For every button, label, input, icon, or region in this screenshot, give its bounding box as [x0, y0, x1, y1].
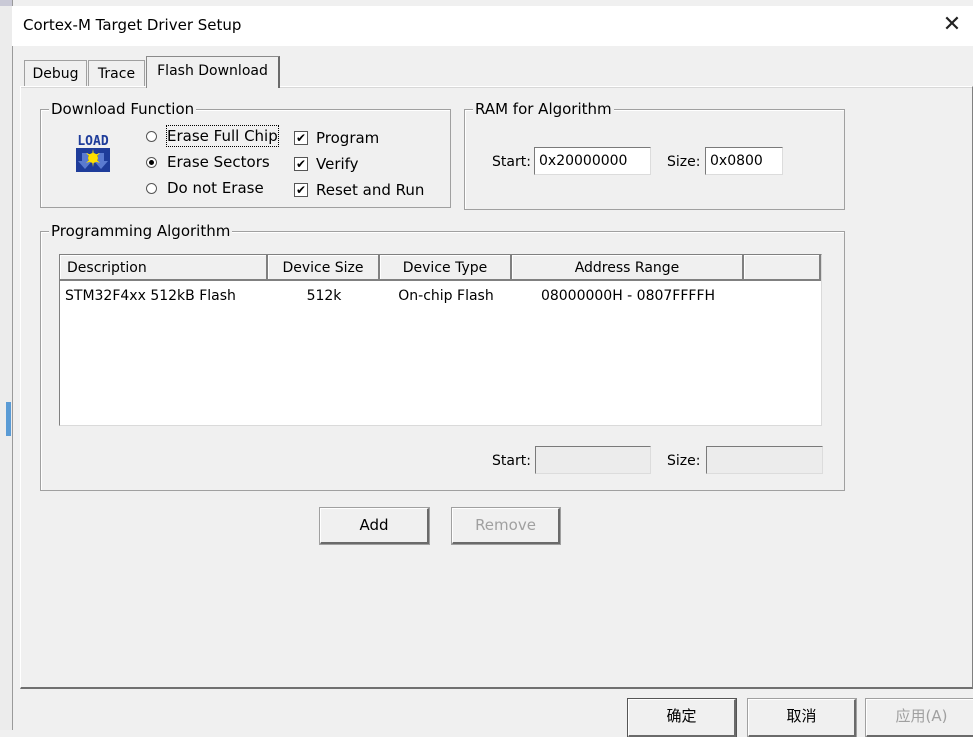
- ram-size-label: Size:: [667, 154, 701, 170]
- programming-algorithm-title: Programming Algorithm: [49, 222, 233, 240]
- column-header-device-type[interactable]: Device Type: [380, 255, 512, 281]
- window-title: Cortex-M Target Driver Setup: [23, 16, 242, 34]
- ok-button[interactable]: 确定: [627, 698, 737, 737]
- column-header-description[interactable]: Description: [60, 255, 268, 281]
- tab-debug[interactable]: Debug: [24, 60, 87, 88]
- download-function-title: Download Function: [49, 100, 197, 118]
- parent-window-edge: [0, 6, 12, 730]
- radio-circle[interactable]: [146, 131, 157, 142]
- algo-size-input[interactable]: [706, 446, 823, 474]
- load-icon: LOAD: [76, 134, 110, 172]
- check-icon[interactable]: ✔: [294, 131, 308, 145]
- row-description[interactable]: STM32F4xx 512kB Flash: [65, 285, 236, 307]
- algo-start-label: Start:: [492, 453, 531, 469]
- radio-circle[interactable]: [146, 157, 157, 168]
- algorithm-list[interactable]: Description Device Size Device Type Addr…: [59, 254, 822, 426]
- apply-button[interactable]: 应用(A): [865, 698, 973, 737]
- tab-trace[interactable]: Trace: [88, 60, 145, 88]
- column-header-empty: [744, 255, 821, 281]
- remove-button[interactable]: Remove: [451, 507, 561, 545]
- row-address-range[interactable]: 08000000H - 0807FFFFH: [512, 285, 744, 307]
- check-icon[interactable]: ✔: [294, 183, 308, 197]
- row-device-size[interactable]: 512k: [268, 285, 380, 307]
- check-icon[interactable]: ✔: [294, 157, 308, 171]
- cancel-button[interactable]: 取消: [747, 698, 857, 737]
- column-header-device-size[interactable]: Device Size: [268, 255, 380, 281]
- column-header-address-range[interactable]: Address Range: [512, 255, 744, 281]
- ram-start-label: Start:: [492, 154, 531, 170]
- title-bar[interactable]: Cortex-M Target Driver Setup ✕: [12, 6, 973, 46]
- ram-size-input[interactable]: [705, 147, 783, 175]
- checkbox-label: Verify: [316, 155, 359, 173]
- radio-label: Do not Erase: [167, 179, 264, 197]
- row-device-type[interactable]: On-chip Flash: [380, 285, 512, 307]
- checkbox-label: Reset and Run: [316, 181, 425, 199]
- radio-circle[interactable]: [146, 183, 157, 194]
- ram-start-input[interactable]: [534, 147, 651, 175]
- add-button[interactable]: Add: [319, 507, 430, 545]
- checkbox-label: Program: [316, 129, 380, 147]
- ram-for-algorithm-title: RAM for Algorithm: [473, 100, 614, 118]
- tab-flash-download[interactable]: Flash Download: [146, 56, 280, 88]
- algo-size-label: Size:: [667, 453, 701, 469]
- close-icon[interactable]: ✕: [937, 10, 967, 40]
- algo-start-input[interactable]: [535, 446, 651, 474]
- parent-window-highlight: [6, 402, 11, 436]
- radio-label: Erase Sectors: [167, 153, 270, 171]
- load-icon-text: LOAD: [77, 134, 108, 149]
- radio-label: Erase Full Chip: [166, 125, 279, 147]
